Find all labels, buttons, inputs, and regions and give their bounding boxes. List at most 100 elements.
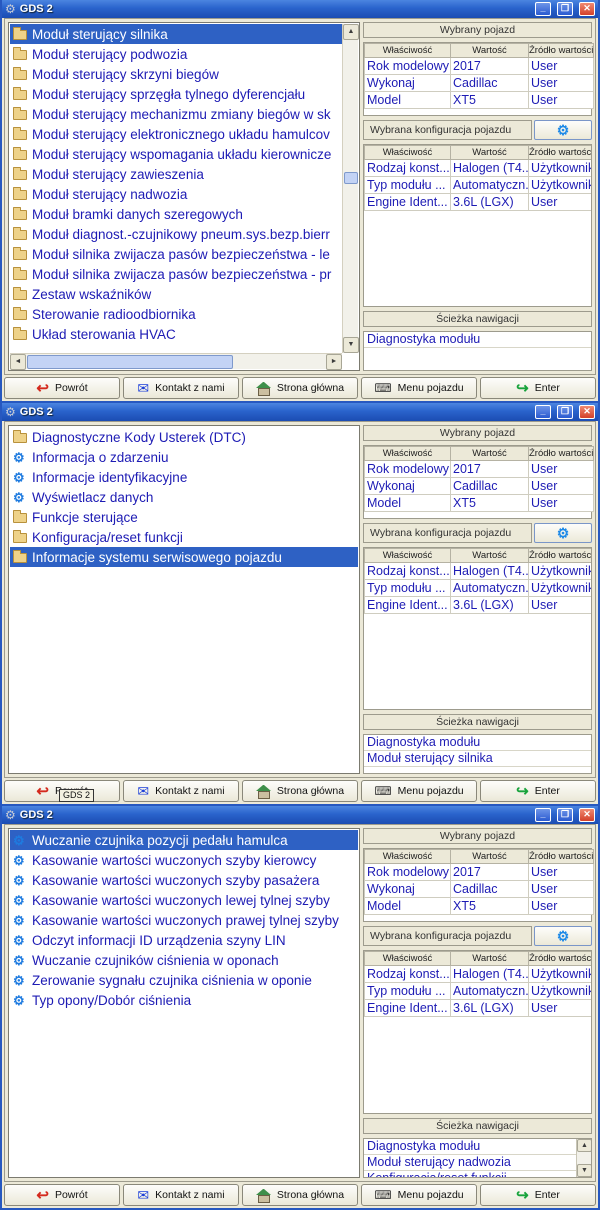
toolbar-button-enter[interactable]: ↪ Enter (480, 377, 596, 399)
selected-vehicle-table: Właściwość Wartość Źródło wartości Rok mode… (364, 43, 594, 109)
scroll-left-icon[interactable]: ◄ (10, 354, 26, 370)
minimize-button[interactable]: _ (535, 808, 551, 822)
minimize-button[interactable]: _ (535, 405, 551, 419)
title-bar[interactable]: ⚙ GDS 2 _ ❐ ✕ (2, 806, 598, 824)
toolbar-button-strona-główna[interactable]: Strona główna (242, 780, 358, 802)
list-item[interactable]: Funkcje sterujące (10, 507, 358, 527)
list-item[interactable]: ⚙ Wuczanie czujnika pozycji pedału hamulc… (10, 830, 358, 850)
list-item[interactable]: ⚙ Wyświetlacz danych (10, 487, 358, 507)
list-item[interactable]: Zestaw wskaźników (10, 284, 342, 304)
list-item-label: Moduł sterujący wspomagania układu kiero… (32, 146, 332, 162)
toolbar-button-menu-pojazdu[interactable]: ⌨ Menu pojazdu (361, 377, 477, 399)
list-item[interactable]: ⚙ Informacja o zdarzeniu (10, 447, 358, 467)
config-refresh-button[interactable]: ⚙ (534, 926, 592, 946)
toolbar-button-label: Enter (534, 785, 560, 797)
list-item-label: Funkcje sterujące (32, 509, 138, 525)
title-bar[interactable]: ⚙ GDS 2 _ ❐ ✕ (2, 0, 598, 18)
list-item[interactable]: Moduł sterujący sprzęgła tylnego dyferen… (10, 84, 342, 104)
list-item[interactable]: Konfiguracja/reset funkcji (10, 527, 358, 547)
scroll-down-icon[interactable]: ▼ (343, 337, 359, 353)
toolbar-button-enter[interactable]: ↪ Enter (480, 1184, 596, 1206)
toolbar-button-strona-główna[interactable]: Strona główna (242, 377, 358, 399)
list-item[interactable]: ⚙ Kasowanie wartości wuczonych lewej tyln… (10, 890, 358, 910)
toolbar-button-label: Powrót (54, 382, 88, 394)
horizontal-scrollbar[interactable]: ◄ ► (10, 353, 342, 370)
list-item[interactable]: Moduł silnika zwijacza pasów bezpieczeńs… (10, 244, 342, 264)
folder-icon (13, 267, 27, 280)
list-item-label: Typ opony/Dobór ciśnienia (32, 992, 192, 1008)
toolbar-button-powrót[interactable]: ↩ Powrót (4, 1184, 120, 1206)
list-item[interactable]: Moduł sterujący silnika (10, 24, 342, 44)
toolbar-button-label: Kontakt z nami (155, 1189, 225, 1201)
list-item[interactable]: ⚙ Kasowanie wartości wuczonych prawej tyl… (10, 910, 358, 930)
config-refresh-button[interactable]: ⚙ (534, 120, 592, 140)
list-item[interactable]: Moduł sterujący podwozia (10, 44, 342, 64)
scroll-down-icon[interactable]: ▼ (577, 1164, 591, 1177)
nav-vertical-scrollbar[interactable]: ▲ ▼ (576, 1139, 591, 1177)
gds2-screen: ⚙ GDS 2 _ ❐ ✕ Moduł sterujący silnika Mod… (0, 0, 600, 1210)
close-button[interactable]: ✕ (579, 405, 595, 419)
vertical-scrollbar[interactable]: ▲ ▼ (342, 24, 359, 353)
table-cell: Typ modułu ... (364, 982, 451, 1000)
scrollbar-thumb[interactable] (27, 355, 233, 369)
scrollbar-thumb[interactable] (344, 172, 358, 185)
list-item[interactable]: ⚙ Typ opony/Dobór ciśnienia (10, 990, 358, 1010)
title-bar[interactable]: ⚙ GDS 2 _ ❐ ✕ (2, 403, 598, 421)
list-item[interactable]: ⚙ Kasowanie wartości wuczonych szyby pasa… (10, 870, 358, 890)
toolbar-button-menu-pojazdu[interactable]: ⌨ Menu pojazdu (361, 780, 477, 802)
table-row: Engine Ident... 3.6L (LGX) User (364, 193, 591, 211)
nav-path-item[interactable]: Konfiguracja/reset funkcji (364, 1171, 576, 1177)
list-item[interactable]: Moduł sterujący zawieszenia (10, 164, 342, 184)
list-item[interactable]: ⚙ Informacje identyfikacyjne (10, 467, 358, 487)
list-item[interactable]: ⚙ Wuczanie czujników ciśnienia w oponach (10, 950, 358, 970)
toolbar-button-kontakt-z-nami[interactable]: ✉ Kontakt z nami (123, 780, 239, 802)
close-button[interactable]: ✕ (579, 808, 595, 822)
toolbar-button-strona-główna[interactable]: Strona główna (242, 1184, 358, 1206)
close-button[interactable]: ✕ (579, 2, 595, 16)
list-item[interactable]: Moduł sterujący skrzyni biegów (10, 64, 342, 84)
nav-path-item[interactable]: Diagnostyka modułu (364, 735, 591, 751)
list-item[interactable]: Moduł diagnost.-czujnikowy pneum.sys.bez… (10, 224, 342, 244)
list-item[interactable]: ⚙ Kasowanie wartości wuczonych szyby kier… (10, 850, 358, 870)
column-header: Źródło wartości (528, 849, 594, 864)
toolbar-button-kontakt-z-nami[interactable]: ✉ Kontakt z nami (123, 1184, 239, 1206)
list-item[interactable]: Układ sterowania HVAC (10, 324, 342, 344)
scroll-up-icon[interactable]: ▲ (343, 24, 359, 40)
table-cell: User (528, 74, 594, 92)
list-item[interactable]: Informacje systemu serwisowego pojazdu (10, 547, 358, 567)
scroll-up-icon[interactable]: ▲ (577, 1139, 591, 1152)
nav-path-item[interactable]: Diagnostyka modułu (364, 1139, 576, 1155)
toolbar-button-label: Strona główna (276, 382, 345, 394)
app-gear-icon: ⚙ (5, 405, 16, 419)
list-item-label: Moduł sterujący nadwozia (32, 186, 188, 202)
list-item[interactable]: ⚙ Odczyt informacji ID urządzenia szyny L… (10, 930, 358, 950)
config-refresh-button[interactable]: ⚙ (534, 523, 592, 543)
window-content: ⚙ Wuczanie czujnika pozycji pedału hamulc… (4, 824, 596, 1182)
scroll-right-icon[interactable]: ► (326, 354, 342, 370)
list-item[interactable]: Moduł sterujący elektronicznego układu h… (10, 124, 342, 144)
toolbar-button-powrót[interactable]: ↩ Powrót (4, 377, 120, 399)
list-item[interactable]: Moduł sterujący nadwozia (10, 184, 342, 204)
list-item[interactable]: Moduł silnika zwijacza pasów bezpieczeńs… (10, 264, 342, 284)
list-item[interactable]: Diagnostyczne Kody Usterek (DTC) (10, 427, 358, 447)
gear-icon: ⚙ (13, 952, 25, 968)
nav-path-item[interactable]: Diagnostyka modułu (364, 332, 591, 348)
list-item[interactable]: Sterowanie radioodbiornika (10, 304, 342, 324)
toolbar-button-menu-pojazdu[interactable]: ⌨ Menu pojazdu (361, 1184, 477, 1206)
restore-button[interactable]: ❐ (557, 808, 573, 822)
list-item[interactable]: ⚙ Zerowanie sygnału czujnika ciśnienia w … (10, 970, 358, 990)
restore-button[interactable]: ❐ (557, 405, 573, 419)
toolbar-button-enter[interactable]: ↪ Enter (480, 780, 596, 802)
toolbar-button-kontakt-z-nami[interactable]: ✉ Kontakt z nami (123, 377, 239, 399)
minimize-button[interactable]: _ (535, 2, 551, 16)
window-content: Diagnostyczne Kody Usterek (DTC) ⚙ Informa… (4, 421, 596, 778)
list-item[interactable]: Moduł bramki danych szeregowych (10, 204, 342, 224)
nav-path-item[interactable]: Moduł sterujący silnika (364, 751, 591, 767)
restore-button[interactable]: ❐ (557, 2, 573, 16)
list-item[interactable]: Moduł sterujący wspomagania układu kiero… (10, 144, 342, 164)
nav-path-item[interactable]: Moduł sterujący nadwozia (364, 1155, 576, 1171)
table-cell: Typ modułu ... (364, 176, 451, 194)
enter-arrow-icon: ↪ (516, 379, 529, 397)
gds2-window-top: ⚙ GDS 2 _ ❐ ✕ Moduł sterujący silnika Mod… (0, 0, 600, 403)
list-item[interactable]: Moduł sterujący mechanizmu zmiany biegów… (10, 104, 342, 124)
